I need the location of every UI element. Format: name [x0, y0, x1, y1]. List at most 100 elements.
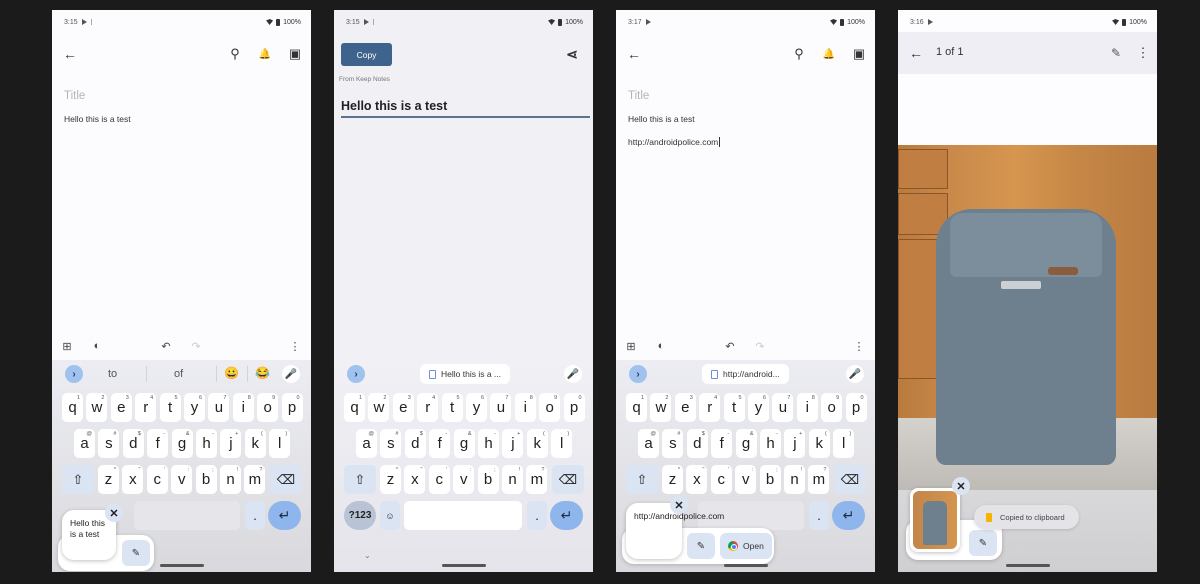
key-c[interactable]: c ' — [146, 465, 168, 494]
share-icon[interactable]: ⋖ — [564, 46, 580, 62]
expand-toolbar-button[interactable]: › — [347, 365, 365, 383]
reminder-bell-icon[interactable]: 🔔 — [258, 46, 272, 62]
key-l[interactable]: l) — [269, 429, 291, 458]
note-title-placeholder[interactable]: Title — [64, 90, 85, 102]
key-n[interactable]: n! — [784, 465, 805, 494]
key-e[interactable]: e3 — [110, 393, 132, 422]
key-h[interactable]: h- — [478, 429, 499, 458]
archive-icon[interactable]: ▣ — [288, 46, 302, 62]
key-b[interactable]: b; — [759, 465, 781, 494]
key-e[interactable]: e3 — [674, 393, 696, 422]
pin-icon[interactable]: ⚲ — [228, 46, 242, 62]
key-q[interactable]: q1 — [626, 393, 647, 422]
key-w[interactable]: w2 — [650, 393, 672, 422]
edit-clip-button[interactable]: ✎ — [969, 530, 997, 556]
enter-key[interactable]: ↵ — [832, 501, 865, 530]
key-e[interactable]: e3 — [392, 393, 414, 422]
key-j[interactable]: j + — [502, 429, 524, 458]
note-link[interactable]: http://androidpolice.com — [628, 137, 721, 147]
shift-key[interactable]: ⇧ — [626, 465, 658, 494]
key-k[interactable]: k( — [808, 429, 830, 458]
key-z[interactable]: z * — [98, 465, 119, 494]
back-arrow-icon[interactable]: ← — [62, 46, 78, 62]
more-options-icon[interactable]: ⋮ — [1136, 45, 1150, 61]
key-p[interactable]: p0 — [845, 393, 867, 422]
enter-key[interactable]: ↵ — [550, 501, 583, 530]
note-body[interactable]: Hello this is a test — [628, 114, 695, 124]
microphone-icon[interactable]: 🎤 — [564, 365, 582, 383]
key-j[interactable]: j + — [784, 429, 806, 458]
key-p[interactable]: p0 — [281, 393, 303, 422]
key-g[interactable]: g & — [735, 429, 757, 458]
key-n[interactable]: n! — [502, 465, 523, 494]
key-x[interactable]: x " — [122, 465, 144, 494]
key-u[interactable]: u7 — [772, 393, 794, 422]
palette-icon[interactable]: ◐ — [654, 339, 668, 353]
suggestion-word[interactable]: of — [174, 368, 183, 380]
key-k[interactable]: k( — [244, 429, 266, 458]
hide-keyboard-chevron-icon[interactable]: ⌄ — [364, 551, 371, 560]
period-key[interactable]: . — [527, 501, 547, 530]
key-s[interactable]: s # — [380, 429, 402, 458]
add-box-icon[interactable]: ⊞ — [624, 339, 638, 353]
key-u[interactable]: u7 — [208, 393, 230, 422]
key-f[interactable]: f- — [711, 429, 733, 458]
key-g[interactable]: g & — [453, 429, 475, 458]
open-link-button[interactable]: Open — [720, 533, 772, 559]
enter-key[interactable]: ↵ — [268, 501, 301, 530]
space-bar[interactable] — [134, 501, 240, 530]
microphone-icon[interactable]: 🎤 — [282, 365, 300, 383]
key-r[interactable]: r4 — [699, 393, 721, 422]
key-d[interactable]: d $ — [122, 429, 144, 458]
emoji-comma-key[interactable]: ☺ — [380, 501, 400, 530]
note-body[interactable]: Hello this is a test — [64, 114, 131, 124]
key-w[interactable]: w2 — [86, 393, 108, 422]
pin-icon[interactable]: ⚲ — [792, 46, 806, 62]
key-a[interactable]: a @ — [356, 429, 377, 458]
period-key[interactable]: . — [809, 501, 829, 530]
key-v[interactable]: v: — [453, 465, 475, 494]
key-f[interactable]: f- — [147, 429, 169, 458]
key-t[interactable]: t5 — [159, 393, 181, 422]
key-v[interactable]: v: — [171, 465, 193, 494]
key-b[interactable]: b; — [477, 465, 499, 494]
key-z[interactable]: z * — [380, 465, 401, 494]
backspace-key[interactable]: ⌫ — [270, 465, 302, 494]
undo-icon[interactable]: ↶ — [159, 339, 173, 353]
key-m[interactable]: m? — [808, 465, 830, 494]
key-t[interactable]: t5 — [441, 393, 463, 422]
key-y[interactable]: y6 — [466, 393, 487, 422]
key-k[interactable]: k( — [526, 429, 548, 458]
key-i[interactable]: i8 — [232, 393, 254, 422]
clip-edit-field[interactable]: Hello this is a test — [341, 96, 590, 118]
key-i[interactable]: i8 — [796, 393, 818, 422]
key-r[interactable]: r4 — [135, 393, 157, 422]
key-f[interactable]: f- — [429, 429, 451, 458]
more-options-icon[interactable]: ⋮ — [288, 339, 302, 353]
close-clip-button[interactable]: ✕ — [670, 496, 688, 514]
key-s[interactable]: s # — [662, 429, 684, 458]
undo-icon[interactable]: ↶ — [723, 339, 737, 353]
key-x[interactable]: x " — [404, 465, 426, 494]
key-y[interactable]: y6 — [184, 393, 205, 422]
key-h[interactable]: h- — [760, 429, 781, 458]
close-clip-button[interactable]: ✕ — [952, 477, 970, 495]
key-p[interactable]: p0 — [563, 393, 585, 422]
shift-key[interactable]: ⇧ — [62, 465, 94, 494]
more-options-icon[interactable]: ⋮ — [852, 339, 866, 353]
copy-button[interactable]: Copy — [341, 43, 392, 66]
key-d[interactable]: d $ — [404, 429, 426, 458]
key-d[interactable]: d $ — [686, 429, 708, 458]
key-m[interactable]: m? — [244, 465, 266, 494]
key-h[interactable]: h- — [196, 429, 217, 458]
key-t[interactable]: t5 — [723, 393, 745, 422]
key-b[interactable]: b; — [195, 465, 217, 494]
key-j[interactable]: j + — [220, 429, 242, 458]
key-c[interactable]: c ' — [428, 465, 450, 494]
archive-icon[interactable]: ▣ — [852, 46, 866, 62]
key-z[interactable]: z * — [662, 465, 683, 494]
key-g[interactable]: g & — [171, 429, 193, 458]
key-l[interactable]: l) — [551, 429, 573, 458]
key-o[interactable]: o9 — [257, 393, 279, 422]
clipboard-suggestion-chip[interactable]: http://android... — [702, 364, 789, 384]
